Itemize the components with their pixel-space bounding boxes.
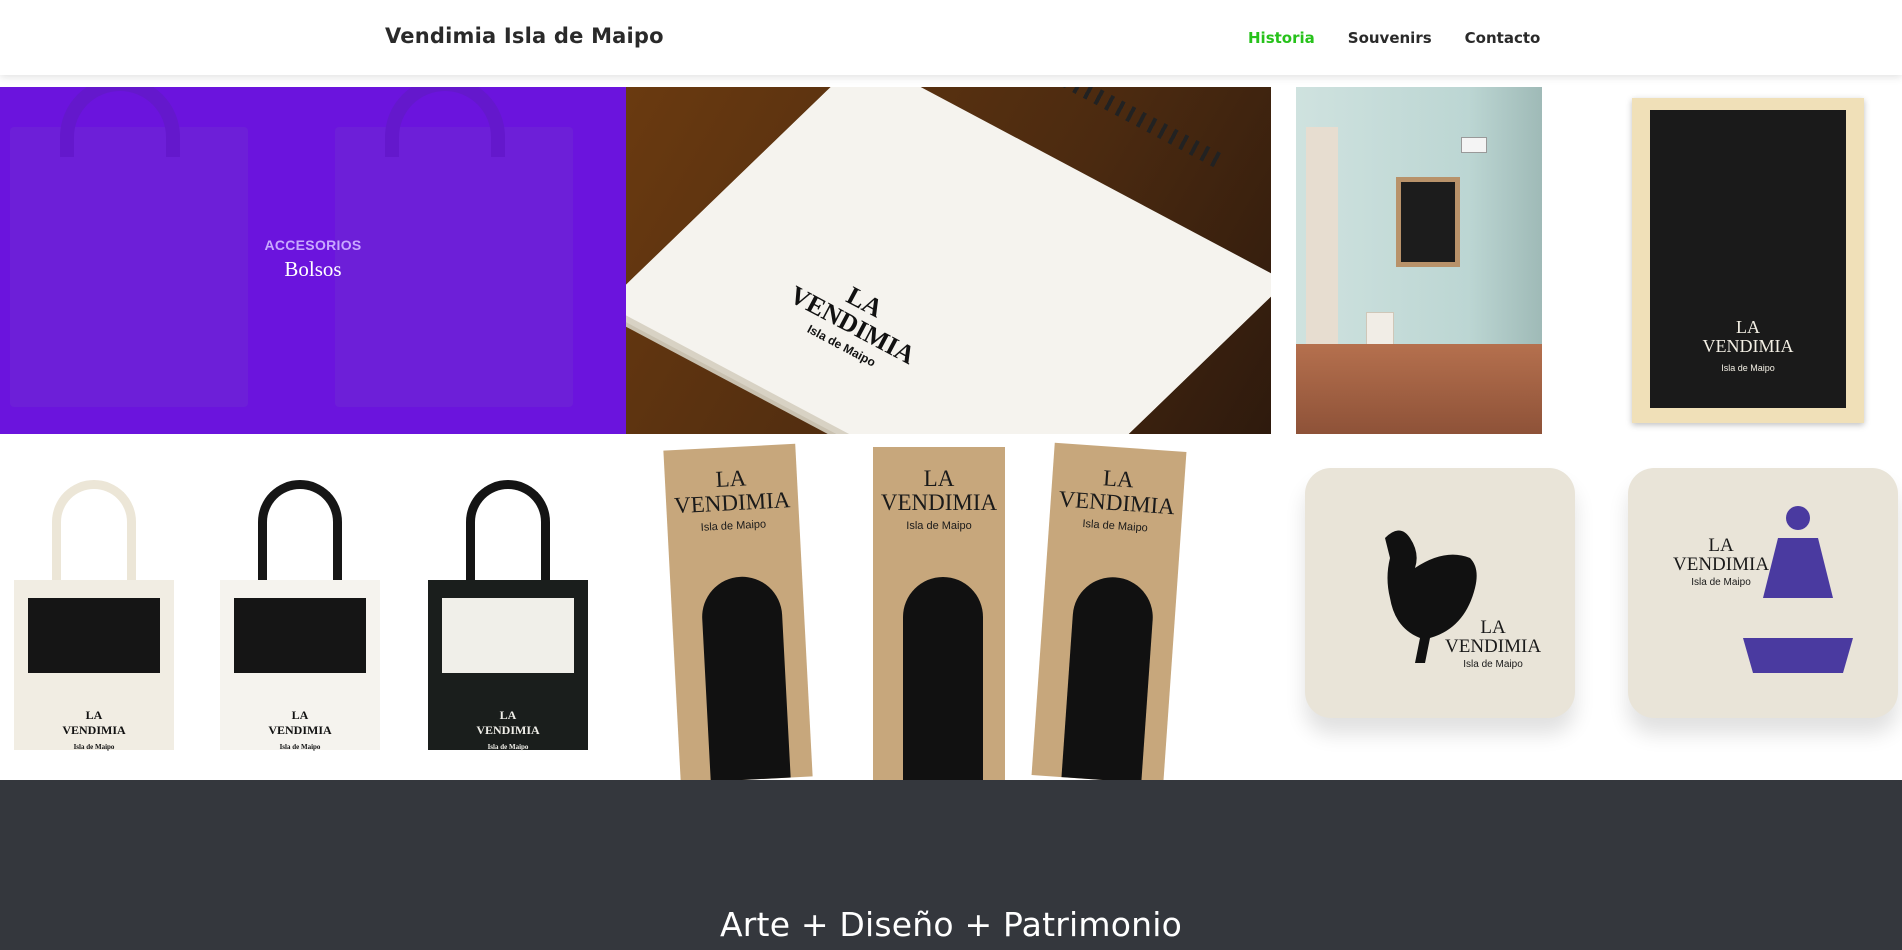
tote-bag-black[interactable]: LA VENDIMIA Isla de Maipo <box>428 480 588 753</box>
tote-strap-shape <box>60 87 180 157</box>
nav-item-souvenirs[interactable]: Souvenirs <box>1348 29 1432 47</box>
category-caption: ACCESORIOS Bolsos <box>238 237 388 282</box>
site-header: Vendimia Isla de Maipo Historia Souvenir… <box>0 0 1902 75</box>
pillow-woman[interactable]: LA VENDIMIA Isla de Maipo <box>1628 468 1898 718</box>
bag-body: LA VENDIMIA Isla de Maipo <box>428 580 588 753</box>
pillow-print-text: LA VENDIMIA Isla de Maipo <box>1445 618 1541 670</box>
category-label: ACCESORIOS <box>264 237 362 253</box>
bag-print <box>442 598 574 673</box>
gallery-tile-notebook[interactable]: LA VENDIMIA Isla de Maipo <box>626 87 1271 434</box>
floor-shape <box>1296 344 1542 434</box>
tote-bag-image <box>10 127 248 407</box>
site-brand-link[interactable]: Vendimia Isla de Maipo <box>385 24 664 48</box>
print-brand-line-1: LA <box>1708 535 1734 556</box>
tote-bag-natural[interactable]: LA VENDIMIA Isla de Maipo <box>14 480 174 753</box>
accordion-player-illustration <box>903 577 983 780</box>
print-brand-sub: Isla de Maipo <box>279 743 321 751</box>
print-brand-line-1: LA <box>1102 465 1135 493</box>
gallery-tile-room-photo[interactable] <box>1296 87 1542 434</box>
bag-print-text: LA VENDIMIA Isla de Maipo <box>220 708 380 753</box>
print-brand-line-2: VENDIMIA <box>880 490 998 516</box>
nav-item-historia[interactable]: Historia <box>1248 29 1315 47</box>
tote-strap-shape <box>385 87 505 157</box>
print-brand-line-2: VENDIMIA <box>62 723 126 737</box>
print-brand-sub: Isla de Maipo <box>487 743 529 751</box>
print-brand-line-1: LA <box>714 465 747 492</box>
print-brand-line-1: LA <box>1736 317 1760 337</box>
category-title: Bolsos <box>284 257 342 281</box>
woman-illustration <box>700 574 792 784</box>
bookmark-accordion[interactable]: LA VENDIMIA Isla de Maipo <box>873 447 1005 780</box>
print-brand-sub: Isla de Maipo <box>700 518 767 535</box>
gallery-tile-poster[interactable]: LA VENDIMIA Isla de Maipo <box>1632 98 1864 423</box>
print-brand-line-1: LA <box>499 708 517 722</box>
print-brand-line-1: LA <box>1480 617 1506 638</box>
footer-heading: Arte + Diseño + Patrimonio <box>720 905 1182 944</box>
bookmark-worker[interactable]: LA VENDIMIA Isla de Maipo <box>1031 442 1187 785</box>
print-brand-line-2: VENDIMIA <box>1057 486 1176 520</box>
woman-washtub-icon <box>1743 506 1853 673</box>
print-brand-line-2: VENDIMIA <box>476 723 540 737</box>
print-brand-sub: Isla de Maipo <box>1463 659 1523 670</box>
print-brand-line-1: LA <box>85 708 103 722</box>
bookmark-woman[interactable]: LA VENDIMIA Isla de Maipo <box>663 443 813 784</box>
print-brand-sub: Isla de Maipo <box>1721 362 1775 373</box>
bag-print <box>234 598 366 673</box>
print-brand-line-2: VENDIMIA <box>1702 335 1794 356</box>
worker-illustration <box>1060 574 1156 785</box>
pillow-rooster[interactable]: LA VENDIMIA Isla de Maipo <box>1305 468 1575 718</box>
print-brand-sub: Isla de Maipo <box>906 520 972 533</box>
print-brand-sub: Isla de Maipo <box>1082 518 1149 535</box>
poster-print: LA VENDIMIA Isla de Maipo <box>1650 110 1846 408</box>
poster-print-text: LA VENDIMIA Isla de Maipo <box>1650 318 1846 375</box>
print-brand-line-2: VENDIMIA <box>1445 636 1542 657</box>
framed-print-shape <box>1396 177 1460 267</box>
bag-print-text: LA VENDIMIA Isla de Maipo <box>428 708 588 753</box>
gallery-tile-bags[interactable]: ACCESORIOS Bolsos <box>0 87 626 434</box>
bag-body: LA VENDIMIA Isla de Maipo <box>14 580 174 753</box>
print-brand-line-2: VENDIMIA <box>673 487 791 519</box>
tote-bag-white-black-handle[interactable]: LA VENDIMIA Isla de Maipo <box>220 480 380 753</box>
bookmark-text: LA VENDIMIA Isla de Maipo <box>1049 463 1185 538</box>
print-brand-line-1: LA <box>291 708 309 722</box>
bookmark-text: LA VENDIMIA Isla de Maipo <box>873 466 1005 533</box>
bookmark-text: LA VENDIMIA Isla de Maipo <box>664 464 799 537</box>
bag-print <box>28 598 160 673</box>
print-brand-line-1: LA <box>923 466 955 491</box>
nav-item-contacto[interactable]: Contacto <box>1465 29 1541 47</box>
print-brand-line-2: VENDIMIA <box>268 723 332 737</box>
print-brand-sub: Isla de Maipo <box>73 743 115 751</box>
light-switch-shape <box>1461 137 1487 153</box>
footer-section: Arte + Diseño + Patrimonio <box>0 780 1902 950</box>
bag-body: LA VENDIMIA Isla de Maipo <box>220 580 380 753</box>
bag-print-text: LA VENDIMIA Isla de Maipo <box>14 708 174 753</box>
main-nav: Historia Souvenirs Contacto <box>1248 29 1540 47</box>
